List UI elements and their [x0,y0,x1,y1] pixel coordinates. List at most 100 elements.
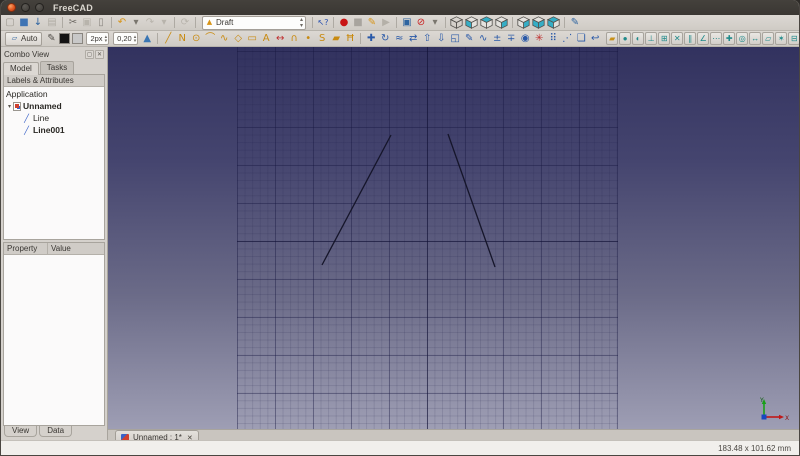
draft-scale-icon[interactable]: ◱ [448,31,462,46]
draft-downgrade-icon[interactable]: ⇩ [434,31,448,46]
draft-array-icon[interactable]: ⠿ [546,31,560,46]
construction-mode-icon[interactable]: ▲ [140,31,154,46]
text-scale-arrows[interactable]: ▴▾ [134,35,137,43]
draft-bezier-icon[interactable]: ∿ [217,31,231,46]
abort-menu-icon[interactable]: ▾ [428,15,442,30]
workbench-spin-arrows[interactable]: ▴▾ [300,17,303,29]
view-bottom-icon[interactable] [532,16,545,29]
snap-near-icon[interactable]: ✚ [723,32,735,45]
tree-item-line[interactable]: ╱ Line [4,112,104,124]
tab-tasks[interactable]: Tasks [40,61,74,74]
line-object[interactable] [322,135,391,265]
line001-object[interactable] [448,134,495,267]
draft-offset-icon[interactable]: ≈ [392,31,406,46]
undo-menu-icon[interactable]: ▾ [129,15,143,30]
snap-lock-icon[interactable]: ▰ [606,32,618,45]
draft-rectangle-icon[interactable]: ▭ [245,31,259,46]
remove-point-icon[interactable]: ∓ [504,31,518,46]
working-plane-button[interactable]: ▱ Auto [5,32,42,46]
draft-dimension-icon[interactable]: ↔ [273,31,287,46]
snap-endpoint-icon[interactable]: ● [619,32,631,45]
draft-circle-icon[interactable]: ⊙ [189,31,203,46]
open-file-icon[interactable]: ■ [17,15,31,30]
draft-edit-icon[interactable]: ✎ [462,31,476,46]
macro-play-icon[interactable]: ▶ [379,15,393,30]
draft-path-array-icon[interactable]: ⋰ [560,31,574,46]
tab-model[interactable]: Model [3,62,39,75]
draft-bspline-icon[interactable]: S [315,31,329,46]
window-close-button[interactable] [7,3,16,12]
panel-undock-icon[interactable]: ◻ [85,50,94,59]
draft-facebinder-icon[interactable]: ▰ [329,31,343,46]
macro-dialog-icon[interactable]: ▣ [400,15,414,30]
shape-2d-view-icon[interactable]: ◉ [518,31,532,46]
text-scale-spinner[interactable]: 0,20 ▴▾ [113,32,138,45]
cut-icon[interactable]: ✂ [66,15,80,30]
window-maximize-button[interactable] [35,3,44,12]
view-isometric-icon[interactable] [450,16,463,29]
draft-rotate-icon[interactable]: ↻ [378,31,392,46]
copy-icon[interactable]: ▣ [80,15,94,30]
snap-working-plane-icon[interactable]: ▱ [762,32,774,45]
window-minimize-button[interactable] [21,3,30,12]
draft-line-icon[interactable]: ╱ [161,31,175,46]
draft-move-icon[interactable]: ✚ [364,31,378,46]
snap-ortho-icon[interactable]: ∠ [697,32,709,45]
draft-arch-icon[interactable]: ∩ [287,31,301,46]
draft-polyline-icon[interactable]: N [175,31,189,46]
draft-trim-icon[interactable]: ⇄ [406,31,420,46]
refresh-icon[interactable]: ⟳ [178,15,192,30]
3d-viewport[interactable]: Y X [108,47,799,429]
paste-icon[interactable]: ▯ [94,15,108,30]
tab-data[interactable]: Data [39,426,72,437]
draft-text-icon[interactable]: A [259,31,273,46]
macro-stop-icon[interactable]: ■ [351,15,365,30]
workbench-selector[interactable]: ▲ Draft ▴▾ [202,16,306,30]
snap-extension-icon[interactable]: ⋯ [710,32,722,45]
snap-parallel-icon[interactable]: ∥ [684,32,696,45]
expander-icon[interactable]: ▾ [6,103,13,110]
save-file-icon[interactable]: ↓ [31,15,45,30]
view-front-icon[interactable] [465,16,478,29]
snap-grid-icon[interactable]: ⊞ [658,32,670,45]
line-color-pen-icon[interactable]: ✎ [44,31,58,46]
draft-point-icon[interactable]: • [301,31,315,46]
wire-to-bspline-icon[interactable]: ∿ [476,31,490,46]
draft-arc-icon[interactable]: ⌒ [203,31,217,46]
tree-item-application[interactable]: Application [4,88,104,100]
line-color-swatch[interactable] [59,33,70,44]
print-icon[interactable]: ▤ [45,15,59,30]
add-point-icon[interactable]: ± [490,31,504,46]
view-right-icon[interactable] [495,16,508,29]
line-width-spinner[interactable]: 2px ▴▾ [86,32,109,45]
view-left-icon[interactable] [547,16,560,29]
snap-dimensions-icon[interactable]: ↔ [749,32,761,45]
abort-operation-icon[interactable]: ⊘ [414,15,428,30]
tree-item-document[interactable]: ▾ Unnamed [4,100,104,112]
draft-clone-icon[interactable]: ❏ [574,31,588,46]
face-color-swatch[interactable] [72,33,83,44]
tab-view[interactable]: View [4,426,37,437]
draft-edit-pen-icon[interactable]: ✎ [568,15,582,30]
panel-close-icon[interactable]: ✕ [95,50,104,59]
draft-to-sketch-icon[interactable]: ✳ [532,31,546,46]
draft-shapestring-icon[interactable]: Ħ [343,31,357,46]
tree-item-line001[interactable]: ╱ Line001 [4,124,104,136]
undo-icon[interactable]: ↶ [115,15,129,30]
whats-this-icon[interactable]: ↖? [316,15,330,30]
redo-menu-icon[interactable]: ▾ [157,15,171,30]
snap-angle-icon[interactable]: ✶ [775,32,787,45]
property-list-empty[interactable] [4,255,104,425]
snap-intersection-icon[interactable]: ✕ [671,32,683,45]
snap-midpoint-icon[interactable]: ◐ [632,32,644,45]
new-file-icon[interactable]: ▢ [3,15,17,30]
macro-record-icon[interactable]: ● [337,15,351,30]
toggle-grid-icon[interactable]: ⊟ [788,32,800,45]
draft-heal-icon[interactable]: ↩ [588,31,602,46]
view-rear-icon[interactable] [517,16,530,29]
view-top-icon[interactable] [480,16,493,29]
draft-polygon-icon[interactable]: ◇ [231,31,245,46]
line-width-arrows[interactable]: ▴▾ [105,35,108,43]
redo-icon[interactable]: ↷ [143,15,157,30]
snap-center-icon[interactable]: ◎ [736,32,748,45]
